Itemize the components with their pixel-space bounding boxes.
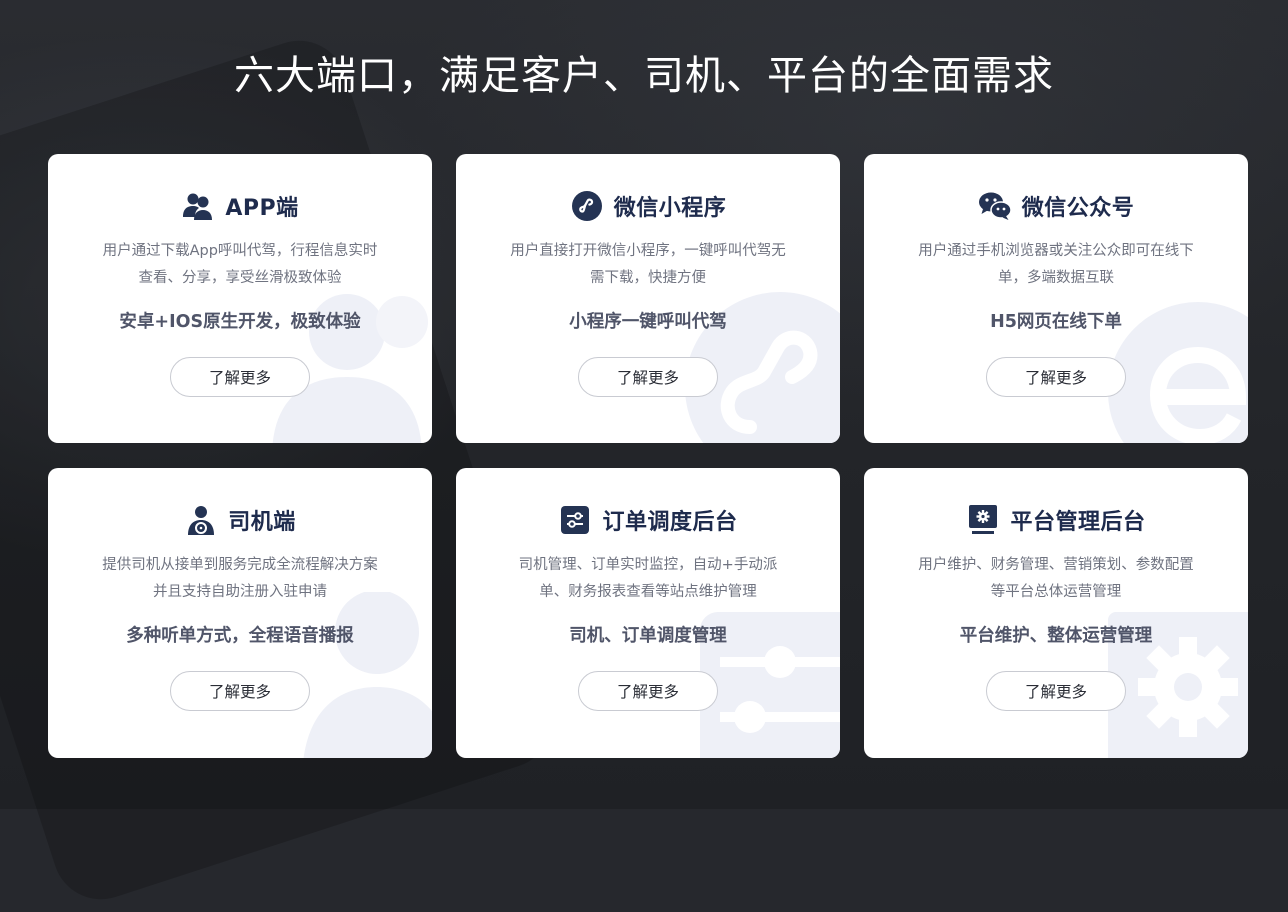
feature-card-dispatch: 订单调度后台 司机管理、订单实时监控，自动+手动派 单、财务报表查看等站点维护管… [456,468,840,758]
learn-more-button[interactable]: 了解更多 [986,671,1126,711]
feature-card-mini-program: 微信小程序 用户直接打开微信小程序，一键呼叫代驾无 需下载，快捷方便 小程序一键… [456,154,840,443]
learn-more-button[interactable]: 了解更多 [170,671,310,711]
page-title: 六大端口，满足客户、司机、平台的全面需求 [234,53,1054,99]
card-title: 司机端 [228,510,296,535]
card-description-line: 并且支持自助注册入驻申请 [153,584,327,600]
card-description-line: 需下载，快捷方便 [590,270,706,286]
learn-more-button[interactable]: 了解更多 [986,357,1126,397]
learn-more-button[interactable]: 了解更多 [170,357,310,397]
driver-icon [184,503,218,537]
card-highlight: 多种听单方式，全程语音播报 [126,626,354,646]
card-description-line: 查看、分享，享受丝滑极致体验 [138,270,342,286]
card-description-line: 用户通过下载App呼叫代驾，行程信息实时 [102,243,378,259]
card-title: 平台管理后台 [1010,510,1146,535]
mini-program-icon [570,189,604,223]
card-highlight: 安卓+IOS原生开发，极致体验 [119,312,361,332]
feature-card-wechat-official: 微信公众号 用户通过手机浏览器或关注公众即可在线下 单，多端数据互联 H5网页在… [864,154,1248,443]
card-description-line: 司机管理、订单实时监控，自动+手动派 [518,557,778,573]
card-description: 用户直接打开微信小程序，一键呼叫代驾无 需下载，快捷方便 [498,238,798,292]
card-description: 提供司机从接单到服务完成全流程解决方案 并且支持自助注册入驻申请 [90,552,390,606]
card-description-line: 用户直接打开微信小程序，一键呼叫代驾无 [510,243,786,259]
card-description-line: 单，多端数据互联 [998,270,1114,286]
feature-card-driver: 司机端 提供司机从接单到服务完成全流程解决方案 并且支持自助注册入驻申请 多种听… [48,468,432,758]
feature-grid: APP端 用户通过下载App呼叫代驾，行程信息实时 查看、分享，享受丝滑极致体验… [48,154,1248,758]
card-highlight: 司机、订单调度管理 [569,626,727,646]
users-icon [181,189,215,223]
feature-card-app: APP端 用户通过下载App呼叫代驾，行程信息实时 查看、分享，享受丝滑极致体验… [48,154,432,443]
card-title: APP端 [225,196,299,221]
card-description-line: 用户通过手机浏览器或关注公众即可在线下 [918,243,1194,259]
feature-card-platform-admin: 平台管理后台 用户维护、财务管理、营销策划、参数配置 等平台总体运营管理 平台维… [864,468,1248,758]
card-description: 用户通过手机浏览器或关注公众即可在线下 单，多端数据互联 [906,238,1206,292]
card-description-line: 用户维护、财务管理、营销策划、参数配置 [918,557,1194,573]
admin-gear-icon [966,503,1000,537]
wechat-icon [978,189,1012,223]
card-highlight: 小程序一键呼叫代驾 [569,312,727,332]
card-title: 微信小程序 [613,196,727,221]
card-description-line: 等平台总体运营管理 [990,584,1122,600]
card-description-line: 提供司机从接单到服务完成全流程解决方案 [102,557,378,573]
card-description: 用户维护、财务管理、营销策划、参数配置 等平台总体运营管理 [906,552,1206,606]
sliders-icon [558,503,592,537]
card-highlight: 平台维护、整体运营管理 [959,626,1153,646]
card-description-line: 单、财务报表查看等站点维护管理 [539,584,757,600]
card-description: 司机管理、订单实时监控，自动+手动派 单、财务报表查看等站点维护管理 [498,552,798,606]
card-title: 微信公众号 [1021,196,1135,221]
card-title: 订单调度后台 [602,510,738,535]
card-description: 用户通过下载App呼叫代驾，行程信息实时 查看、分享，享受丝滑极致体验 [90,238,390,292]
learn-more-button[interactable]: 了解更多 [578,357,718,397]
learn-more-button[interactable]: 了解更多 [578,671,718,711]
card-highlight: H5网页在线下单 [990,312,1122,332]
